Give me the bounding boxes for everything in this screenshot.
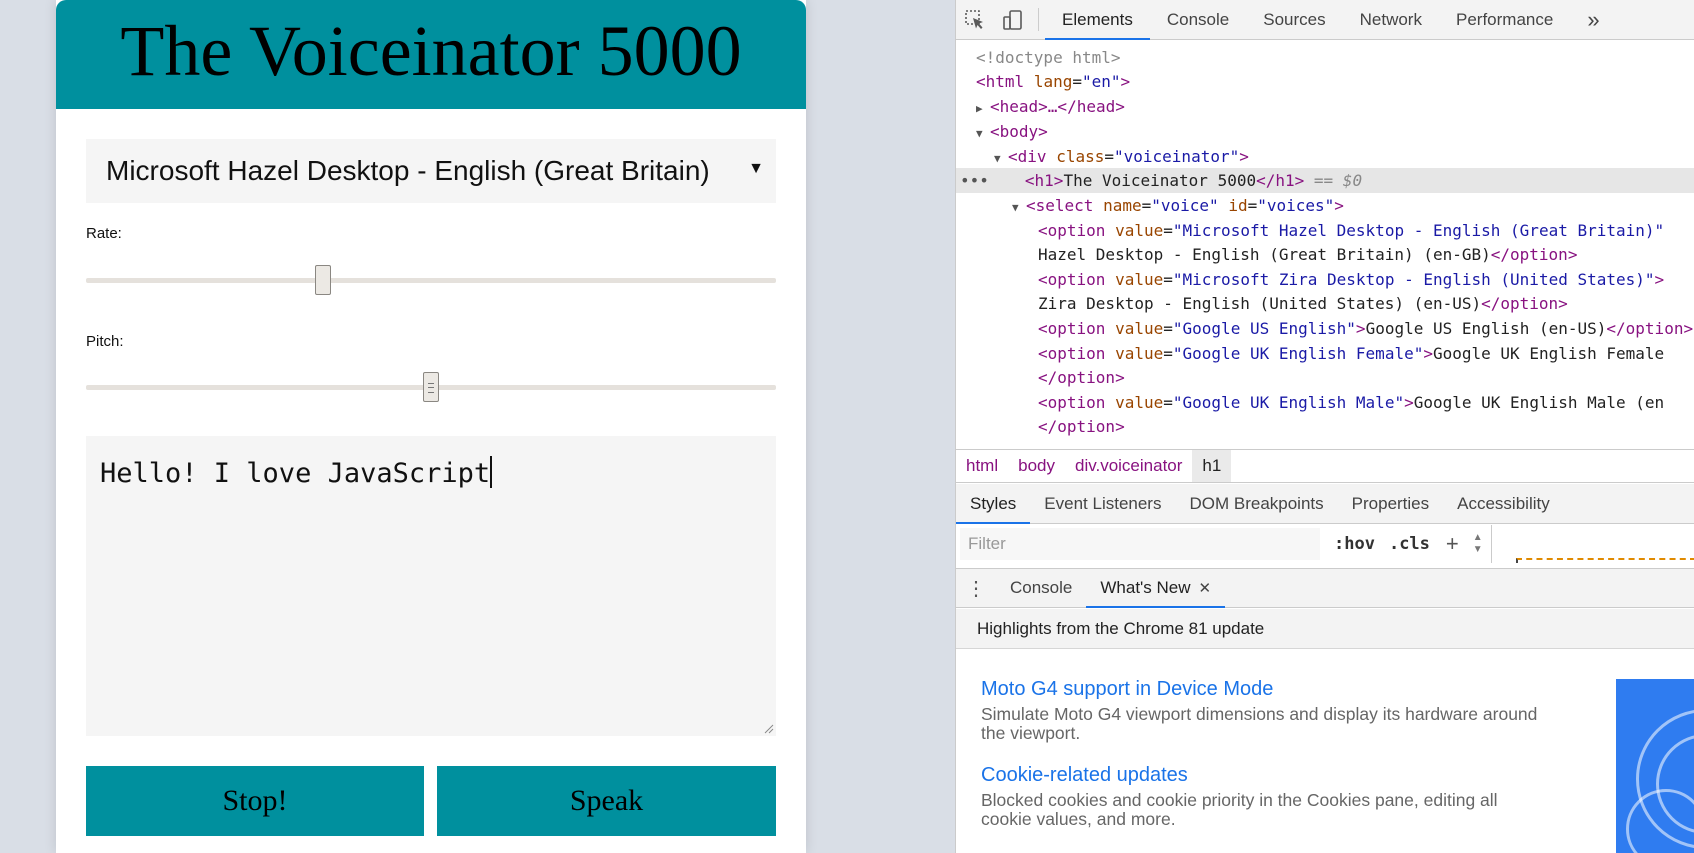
scroll-arrows-icon[interactable]: ▲ ▼	[1473, 532, 1483, 556]
voiceinator-card: The Voiceinator 5000 Microsoft Hazel Des…	[56, 0, 806, 853]
tab-elements[interactable]: Elements	[1045, 0, 1150, 40]
pitch-slider-thumb[interactable]	[423, 372, 439, 402]
drawer-tabbar: ⋮ Console What's New ✕	[956, 568, 1694, 608]
voice-select[interactable]: Microsoft Hazel Desktop - English (Great…	[86, 139, 776, 203]
inspect-element-icon[interactable]	[956, 0, 994, 39]
feature-description: Blocked cookies and cookie priority in t…	[981, 790, 1498, 829]
breadcrumb-html[interactable]: html	[956, 450, 1008, 482]
whats-new-header: Highlights from the Chrome 81 update	[956, 609, 1694, 649]
dom-node-option-close: </option>	[1038, 368, 1125, 387]
voice-select-value: Microsoft Hazel Desktop - English (Great…	[106, 155, 710, 186]
devtools-panel: Elements Console Sources Network Perform…	[955, 0, 1694, 853]
rate-slider[interactable]	[86, 260, 776, 300]
dom-node-head[interactable]: ▶ <head>…</head>	[976, 94, 1125, 119]
more-tabs-icon[interactable]: »	[1570, 0, 1616, 39]
feature-link[interactable]: Cookie-related updates	[981, 764, 1541, 787]
collapse-arrow-icon[interactable]: ▼	[1012, 195, 1026, 220]
hov-toggle[interactable]: :hov	[1334, 534, 1375, 554]
dom-node-option-text: Zira Desktop - English (United States) (…	[1038, 294, 1568, 313]
page-viewport: The Voiceinator 5000 Microsoft Hazel Des…	[0, 0, 955, 853]
speech-text-input[interactable]: Hello! I love JavaScript	[86, 436, 776, 736]
tab-properties[interactable]: Properties	[1338, 484, 1443, 523]
dom-node-option[interactable]: <option value="Google US English">Google…	[1038, 316, 1693, 341]
dom-tree: <!doctype html> <html lang="en"> ▶ <head>…	[956, 41, 1694, 447]
styles-filter-row: Filter :hov .cls + ▲ ▼	[956, 525, 1694, 563]
tab-network[interactable]: Network	[1343, 0, 1439, 39]
rate-label: Rate:	[86, 225, 122, 242]
tab-event-listeners[interactable]: Event Listeners	[1030, 484, 1175, 523]
devtools-toolbar: Elements Console Sources Network Perform…	[956, 0, 1694, 40]
tab-performance[interactable]: Performance	[1439, 0, 1570, 39]
dom-node-doctype[interactable]: <!doctype html>	[976, 45, 1121, 70]
dom-node-body[interactable]: ▼ <body>	[976, 119, 1048, 144]
box-model-preview	[1516, 558, 1694, 563]
app-title: The Voiceinator 5000	[120, 10, 742, 91]
breadcrumb-div[interactable]: div.voiceinator	[1065, 450, 1192, 482]
dom-node-select[interactable]: ▼ <select name="voice" id="voices">	[1012, 193, 1344, 218]
resize-grip-icon[interactable]	[762, 722, 774, 734]
toolbar-divider	[1038, 8, 1039, 31]
pitch-slider[interactable]	[86, 367, 776, 407]
speak-button[interactable]: Speak	[437, 766, 776, 836]
styles-filter-input[interactable]: Filter	[960, 528, 1320, 560]
dom-node-option[interactable]: <option value="Microsoft Zira Desktop - …	[1038, 267, 1664, 292]
close-icon[interactable]: ✕	[1199, 579, 1212, 597]
dom-node-div[interactable]: ▼ <div class="voiceinator">	[994, 144, 1249, 169]
dom-node-option[interactable]: <option value="Google UK English Female"…	[1038, 341, 1664, 366]
expand-arrow-icon[interactable]: ▶	[976, 96, 990, 121]
rate-slider-track	[86, 278, 776, 283]
chevron-down-icon: ▼	[738, 160, 768, 178]
more-actions-icon[interactable]: •••	[960, 171, 989, 190]
drawer-tab-whats-new[interactable]: What's New ✕	[1086, 569, 1225, 608]
dom-node-option[interactable]: <option value="Google UK English Male">G…	[1038, 390, 1664, 415]
dom-node-html[interactable]: <html lang="en">	[976, 69, 1130, 94]
feature-item: Cookie-related updates Blocked cookies a…	[981, 764, 1541, 829]
drawer-tab-console[interactable]: Console	[996, 569, 1086, 607]
tab-styles[interactable]: Styles	[956, 484, 1031, 524]
breadcrumb-body[interactable]: body	[1008, 450, 1065, 482]
pane-divider	[1490, 525, 1492, 563]
device-toolbar-icon[interactable]	[994, 0, 1032, 39]
dom-node-h1[interactable]: ••• <h1>The Voiceinator 5000</h1> == $0	[956, 168, 1694, 193]
cls-toggle[interactable]: .cls	[1389, 534, 1430, 554]
rate-slider-thumb[interactable]	[315, 265, 331, 295]
feature-description: Simulate Moto G4 viewport dimensions and…	[981, 704, 1538, 743]
app-header: The Voiceinator 5000	[56, 0, 806, 109]
dom-node-option-close: </option>	[1038, 417, 1125, 436]
feature-thumbnail-image	[1616, 679, 1694, 853]
collapse-arrow-icon[interactable]: ▼	[976, 121, 990, 146]
breadcrumb: html body div.voiceinator h1	[956, 449, 1694, 483]
breadcrumb-h1[interactable]: h1	[1192, 450, 1232, 482]
feature-item: Moto G4 support in Device Mode Simulate …	[981, 678, 1541, 743]
pitch-label: Pitch:	[86, 333, 124, 350]
styles-tabbar: Styles Event Listeners DOM Breakpoints P…	[956, 484, 1694, 524]
tab-accessibility[interactable]: Accessibility	[1443, 484, 1564, 523]
text-cursor	[490, 456, 493, 488]
tab-sources[interactable]: Sources	[1246, 0, 1342, 39]
tab-dom-breakpoints[interactable]: DOM Breakpoints	[1175, 484, 1337, 523]
speech-text-value: Hello! I love JavaScript	[100, 458, 491, 489]
stop-button[interactable]: Stop!	[86, 766, 424, 836]
feature-link[interactable]: Moto G4 support in Device Mode	[981, 678, 1541, 701]
dom-node-option[interactable]: <option value="Microsoft Hazel Desktop -…	[1038, 218, 1664, 243]
dom-node-option-text: Hazel Desktop - English (Great Britain) …	[1038, 245, 1578, 264]
add-rule-icon[interactable]: +	[1446, 531, 1459, 557]
tab-console[interactable]: Console	[1150, 0, 1246, 39]
drawer-menu-icon[interactable]: ⋮	[956, 569, 996, 607]
